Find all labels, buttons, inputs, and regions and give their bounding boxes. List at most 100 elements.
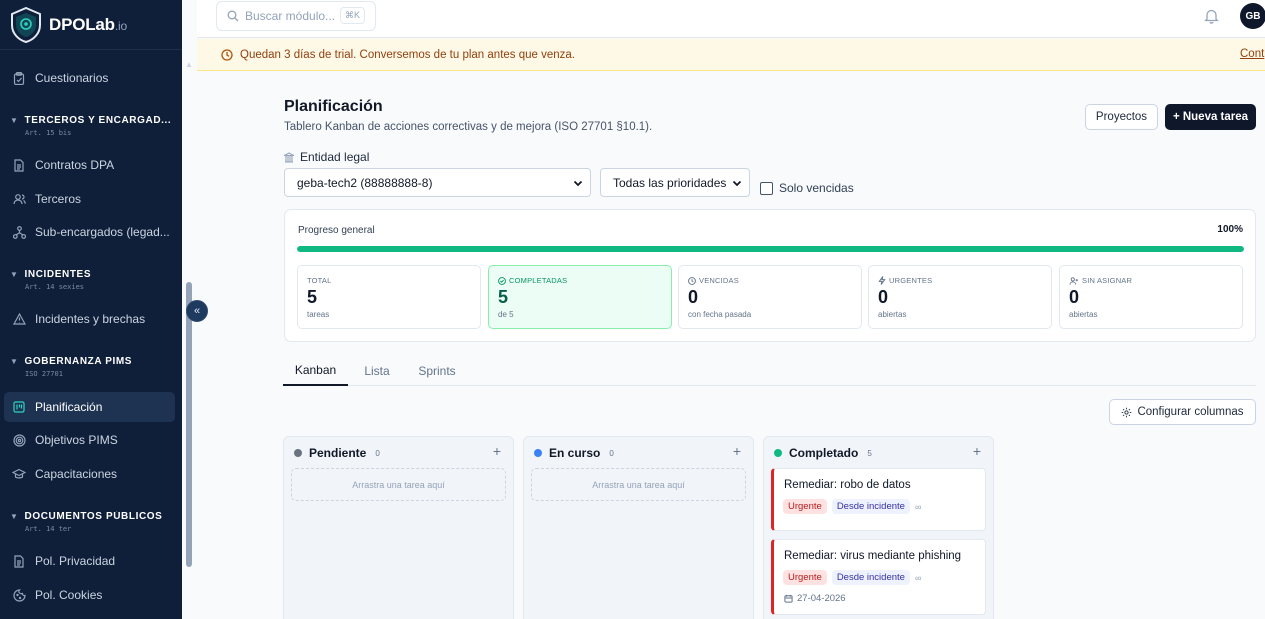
task-title: Remediar: robo de datos [784, 479, 911, 491]
entity-label: Entidad legal [284, 150, 369, 164]
check-circle-icon [498, 276, 506, 285]
origin-badge: Desde incidente [831, 499, 910, 514]
logo[interactable]: DPOLab.io [0, 0, 182, 50]
trial-contact-link[interactable]: Cont [1240, 48, 1264, 60]
column-count: 0 [375, 448, 380, 458]
status-dot [534, 449, 542, 457]
configure-columns-label: Configurar columnas [1137, 406, 1244, 418]
priority-select-value: Todas las prioridades [613, 175, 727, 190]
stat-completadas: COMPLETADAS 5 de 5 [488, 265, 672, 329]
stat-total: TOTAL 5 tareas [297, 265, 481, 329]
stat-label: VENCIDAS [699, 276, 739, 285]
search-input[interactable]: Buscar módulo... ⌘K [216, 1, 376, 31]
projects-button[interactable]: Proyectos [1085, 104, 1158, 130]
chevron-down-icon [572, 177, 584, 192]
topbar: Buscar módulo... ⌘K GB [197, 0, 1265, 38]
sidebar-item-objetivos-pims[interactable]: Objetivos PIMS [4, 425, 175, 455]
sidebar-scrollbar[interactable]: ▲ [185, 60, 193, 619]
bell-icon[interactable] [1204, 8, 1219, 29]
section-title: GOBERNANZA PIMS [24, 356, 133, 367]
priority-select[interactable]: Todas las prioridades [600, 168, 750, 197]
chevron-down-icon: ▼ [10, 116, 19, 125]
column-title: Pendiente [309, 446, 367, 460]
page-title: Planificación [284, 98, 383, 115]
sidebar-item-pol-privacidad[interactable]: Pol. Privacidad [4, 546, 175, 576]
section-documentos-publicos[interactable]: ▼ DOCUMENTOS PÚBLICOS Art. 14 ter [10, 511, 175, 533]
chevron-down-icon: ▼ [10, 512, 19, 521]
add-task-icon[interactable]: + [733, 443, 741, 459]
kanban-column-completado: Completado 5 + Remediar: robo de datos Ur… [763, 436, 994, 619]
sidebar-item-contratos-dpa[interactable]: Contratos DPA [4, 150, 175, 180]
stat-value: 0 [688, 287, 699, 307]
search-placeholder: Buscar módulo... [245, 9, 336, 23]
section-title: DOCUMENTOS PÚBLICOS [24, 511, 163, 522]
new-task-button[interactable]: + Nueva tarea [1165, 104, 1256, 130]
sidebar-item-label: Incidentes y brechas [35, 312, 146, 326]
clipboard-icon [12, 71, 26, 85]
priority-badge: Urgente [783, 570, 827, 585]
section-title: INCIDENTES [24, 269, 92, 280]
drop-zone[interactable]: Arrastra una tarea aquí [291, 468, 506, 501]
scrollbar-thumb[interactable] [186, 282, 192, 567]
tab-kanban[interactable]: Kanban [283, 356, 348, 386]
sidebar-item-label: Terceros [35, 192, 82, 206]
kanban-column-en-curso: En curso 0 + Arrastra una tarea aquí [523, 436, 754, 619]
link-icon: ∞ [914, 572, 922, 583]
file-text-icon [12, 554, 26, 568]
sidebar-item-cuestionarios[interactable]: Cuestionarios [4, 63, 175, 93]
section-subtitle: Art. 14 ter [25, 525, 72, 533]
stat-label: URGENTES [889, 276, 933, 285]
configure-columns-button[interactable]: Configurar columnas [1109, 399, 1256, 425]
sidebar-item-label: Pol. Cookies [35, 588, 103, 602]
calendar-icon [784, 594, 793, 603]
tab-lista[interactable]: Lista [355, 356, 399, 386]
column-title: En curso [549, 446, 601, 460]
sidebar-item-capacitaciones[interactable]: Capacitaciones [4, 459, 175, 489]
add-task-icon[interactable]: + [973, 443, 981, 459]
stat-label: TOTAL [307, 276, 332, 285]
tab-sprints[interactable]: Sprints [411, 356, 463, 386]
task-card[interactable]: Remediar: virus mediante phishing Urgent… [771, 539, 986, 615]
overdue-checkbox[interactable] [760, 181, 773, 195]
stat-sub: con fecha pasada [688, 310, 752, 319]
section-terceros[interactable]: ▼ TERCEROS Y ENCARGAD... Art. 15 bis [10, 115, 175, 137]
sidebar-item-planificacion[interactable]: Planificación [4, 392, 175, 422]
stat-vencidas: VENCIDAS 0 con fecha pasada [678, 265, 862, 329]
add-task-icon[interactable]: + [493, 443, 501, 459]
sidebar: DPOLab.io Cuestionarios ▼ TERCEROS Y ENCA… [0, 0, 182, 619]
stat-value: 5 [498, 287, 509, 307]
entity-select[interactable]: geba-tech2 (88888888-8) [284, 168, 591, 197]
section-gobernanza[interactable]: ▼ GOBERNANZA PIMS ISO 27701 [10, 356, 175, 378]
stat-value: 0 [878, 287, 889, 307]
task-card[interactable]: Remediar: robo de datos Urgente Desde in… [771, 468, 986, 531]
target-icon [12, 433, 26, 447]
sidebar-item-label: Contratos DPA [35, 158, 115, 172]
avatar[interactable]: GB [1240, 3, 1265, 29]
users-icon [12, 192, 26, 206]
status-dot [294, 449, 302, 457]
section-incidentes[interactable]: ▼ INCIDENTES Art. 14 sexies [10, 269, 175, 291]
view-tabs: Kanban Lista Sprints [283, 356, 1256, 386]
sidebar-item-terceros[interactable]: Terceros [4, 184, 175, 214]
overdue-filter[interactable]: Solo vencidas [760, 181, 854, 195]
stat-sub: de 5 [498, 310, 514, 319]
due-date-text: 27-04-2026 [797, 593, 846, 604]
sidebar-item-pol-cookies[interactable]: Pol. Cookies [4, 580, 175, 610]
sidebar-item-label: Objetivos PIMS [35, 433, 118, 447]
scroll-up-icon[interactable]: ▲ [185, 60, 193, 69]
drop-zone[interactable]: Arrastra una tarea aquí [531, 468, 746, 501]
progress-label: Progreso general [298, 225, 375, 236]
chevron-down-icon: ▼ [10, 357, 19, 366]
sidebar-item-sub-encargados[interactable]: Sub-encargados (legad... [4, 217, 175, 247]
due-date: 27-04-2026 [784, 593, 846, 604]
graduation-cap-icon [12, 467, 26, 481]
sidebar-item-label: Capacitaciones [35, 467, 118, 481]
sidebar-item-incidentes[interactable]: Incidentes y brechas [4, 304, 175, 334]
section-subtitle: Art. 15 bis [25, 129, 72, 137]
collapse-sidebar-button[interactable]: « [186, 300, 208, 322]
progress-card: Progreso general 100% TOTAL 5 tareas COM… [284, 209, 1256, 342]
kanban-icon [12, 400, 26, 414]
section-title: TERCEROS Y ENCARGAD... [24, 115, 172, 126]
app-name: DPOLab.io [49, 14, 127, 34]
trial-banner: Quedan 3 días de trial. Conversemos de t… [197, 39, 1265, 71]
